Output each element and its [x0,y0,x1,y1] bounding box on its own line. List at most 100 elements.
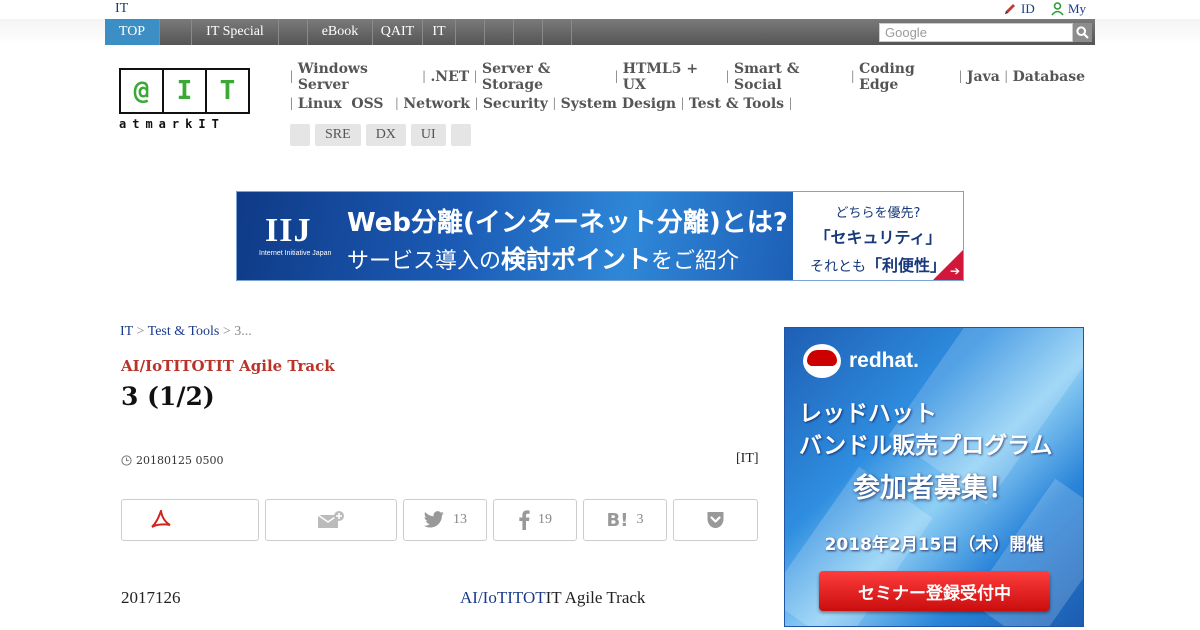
tag-sre[interactable]: SRE [315,124,361,146]
body-series-link[interactable]: AI/IoTITOT [460,588,546,607]
category-system-design[interactable]: System Design [561,96,676,112]
twitter-icon [423,511,444,528]
category-linux-oss[interactable]: Linux OSS [298,96,384,112]
pocket-button[interactable] [673,499,758,541]
arrow-right-icon: ➔ [949,264,960,278]
category-dotnet[interactable]: .NET [430,69,469,85]
separator: | [681,95,684,111]
page-title: 3 (1/2) [121,382,215,411]
nav-item-10[interactable] [514,19,543,45]
seminar-register-button[interactable]: セミナー登録受付中 [819,571,1050,611]
separator: | [789,95,792,111]
category-coding-edge[interactable]: Coding Edge [859,61,954,93]
id-label: ID [1021,1,1035,16]
nav-item-2[interactable] [160,19,192,45]
separator: | [290,95,293,111]
site-logo[interactable]: @ I T atmarkIT [119,68,251,132]
banner-security: 「セキュリティ」 [814,228,942,247]
facebook-share-button[interactable]: 19 [493,499,577,541]
tag-dx[interactable]: DX [365,124,406,146]
logo-char-t: T [219,76,236,106]
nav-item-9[interactable] [485,19,514,45]
category-java[interactable]: Java [967,69,1000,85]
id-link[interactable]: ID [1003,0,1035,17]
tag-5[interactable] [450,124,471,146]
category-security[interactable]: Security [483,96,548,112]
breadcrumb-item-test-tools[interactable]: Test & Tools [148,324,220,339]
logo-boxes: @ I T [119,68,250,114]
publish-date-text: 20180125 0500 [136,454,224,467]
body-series-rest: IT Agile Track [545,588,646,607]
separator: | [290,68,293,84]
pencil-icon [1005,3,1015,14]
separator: | [395,95,399,111]
category-database[interactable]: Database [1013,69,1085,85]
banner-headline: Web分離(インターネット分離)とは? [347,208,788,238]
pocket-icon [707,512,724,528]
top-strip: IT ID My [0,0,1200,19]
hatena-icon: B! [606,509,629,531]
category-row-1: | Windows Server | .NET | Server & Stora… [285,61,1085,93]
ad-date-line: 2018年2月15日（木）開催 [824,535,1044,555]
article-source: [IT] [736,451,759,466]
category-test-tools[interactable]: Test & Tools [689,96,784,112]
category-network[interactable]: Network [403,96,470,112]
separator: | [552,95,556,111]
separator: | [474,68,478,84]
ad-line-3: 参加者募集！ [853,473,1015,504]
category-row-2: | Linux OSS | Network | Security | Syste… [285,93,1085,114]
banner-right: どちらを優先? 「セキュリティ」 それとも「利便性」 ➔ [793,192,963,280]
redhat-hat-icon [803,344,841,378]
nav-item-8[interactable] [456,19,485,45]
nav-item-ebook[interactable]: eBook [308,19,373,45]
pdf-button[interactable] [121,499,259,541]
ad-sidebar-redhat[interactable]: redhat. レッドハット バンドル販売プログラム 参加者募集！ 2018年2… [784,327,1084,627]
site-link[interactable]: IT [115,0,128,17]
separator: | [959,68,962,84]
separator: | [475,95,478,111]
banner-subline-bold: 検討ポイント [501,245,652,274]
tag-ui[interactable]: UI [410,124,446,146]
facebook-count: 19 [538,512,552,527]
nav-item-qait[interactable]: QAIT [373,19,423,45]
my-link[interactable]: My [1051,0,1086,17]
clock-icon [121,455,132,466]
category-smart-social[interactable]: Smart & Social [734,61,846,93]
breadcrumb-item-it[interactable]: IT [120,324,133,339]
logo-char-i: I [164,70,207,112]
ad-banner-iij[interactable]: IIJ Internet Initiative Japan Web分離(インター… [236,191,964,281]
category-server-storage[interactable]: Server & Storage [482,61,610,93]
banner-subline-pre: サービス導入の [347,249,502,274]
twitter-share-button[interactable]: 13 [403,499,487,541]
separator: | [851,68,855,84]
banner-question: どちらを優先? [835,206,921,221]
search-icon [1076,26,1089,39]
series-title[interactable]: AI/IoTITOTIT Agile Track [121,357,335,375]
save-mail-button[interactable] [265,499,397,541]
hatena-bookmark-button[interactable]: B! 3 [583,499,667,541]
separator: | [422,68,426,84]
logo-tagline: atmarkIT [119,117,225,131]
separator: | [726,68,729,84]
tag-1[interactable] [290,124,310,146]
search-input[interactable]: Google [879,23,1073,42]
twitter-count: 13 [453,512,467,527]
category-html5-ux[interactable]: HTML5 + UX [623,61,721,93]
pdf-icon [151,510,171,528]
nav-item-it-special[interactable]: IT Special [192,19,279,45]
banner-subline-post: をご紹介 [651,249,740,274]
nav-item-4[interactable] [279,19,308,45]
mail-add-icon [317,511,344,528]
logo-char-at: @ [121,70,164,112]
category-nav: | Windows Server | .NET | Server & Stora… [285,61,1085,120]
banner-brand: IIJ [265,212,312,249]
nav-item-it[interactable]: IT [423,19,456,45]
body-series-line: AI/IoTITOTIT Agile Track [460,588,645,608]
breadcrumb: IT > Test & Tools > 3... [120,324,252,340]
category-windows-server[interactable]: Windows Server [298,61,418,93]
nav-item-top[interactable]: TOP [105,19,160,45]
search-button[interactable] [1073,23,1092,42]
nav-item-11[interactable] [543,19,572,45]
publish-date: 20180125 0500 [121,454,223,467]
redhat-brand: redhat. [849,349,920,372]
